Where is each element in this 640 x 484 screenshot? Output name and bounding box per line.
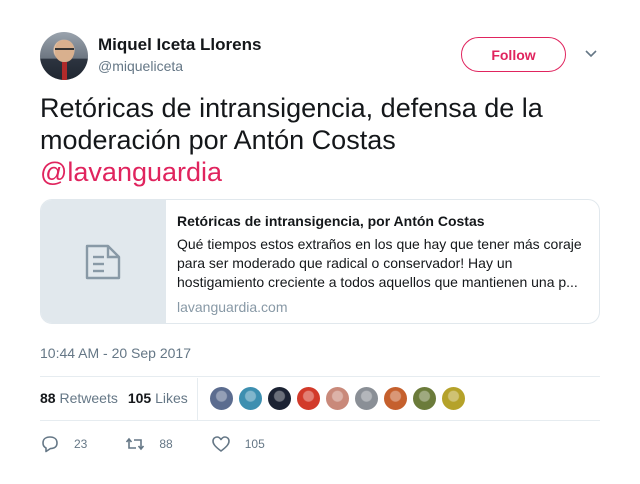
liker-avatar-4[interactable]: [296, 386, 321, 411]
liker-avatar-2[interactable]: [238, 386, 263, 411]
like-action[interactable]: 105: [211, 434, 265, 454]
avatar[interactable]: [40, 32, 88, 80]
likes-count: 105: [127, 390, 152, 406]
user-display-name[interactable]: Miquel Iceta Llorens: [98, 35, 261, 55]
chevron-down-icon[interactable]: [585, 50, 597, 58]
reply-icon[interactable]: [40, 434, 60, 454]
card-domain: lavanguardia.com: [177, 299, 288, 315]
retweet-count: 88: [159, 437, 173, 451]
tweet-stats: 88 Retweets 105 Likes: [40, 390, 188, 406]
tweet-text: Retóricas de intransigencia, defensa de …: [40, 92, 600, 188]
follow-button[interactable]: Follow: [461, 37, 566, 72]
reply-action[interactable]: 23: [40, 434, 87, 454]
liker-avatar-6[interactable]: [354, 386, 379, 411]
liker-avatar-3[interactable]: [267, 386, 292, 411]
likes-label: Likes: [155, 390, 188, 406]
divider: [40, 420, 600, 421]
divider: [40, 376, 600, 377]
liker-avatar-9[interactable]: [441, 386, 466, 411]
tweet-actions: 23 88 105: [40, 434, 303, 454]
stats-divider: [197, 378, 198, 420]
card-description: Qué tiempos estos extraños en los que ha…: [177, 236, 582, 290]
likes-stat[interactable]: 105 Likes: [128, 390, 188, 406]
liker-avatar-5[interactable]: [325, 386, 350, 411]
liker-avatar-1[interactable]: [209, 386, 234, 411]
avatar-tie: [62, 62, 67, 80]
retweet-action[interactable]: 88: [125, 434, 173, 454]
card-title[interactable]: Retóricas de intransigencia, por Antón C…: [177, 213, 588, 229]
retweets-label: Retweets: [59, 390, 118, 406]
retweets-count: 88: [40, 390, 56, 406]
card-thumbnail: [41, 200, 166, 323]
avatar-glasses: [55, 48, 74, 52]
document-icon: [85, 244, 121, 279]
reply-count: 23: [74, 437, 88, 451]
tweet-body: Retóricas de intransigencia, defensa de …: [40, 93, 543, 155]
mention-link[interactable]: @lavanguardia: [40, 156, 600, 188]
tweet-timestamp[interactable]: 10:44 AM - 20 Sep 2017: [40, 345, 191, 361]
liker-avatar-8[interactable]: [412, 386, 437, 411]
heart-icon[interactable]: [211, 434, 231, 454]
retweets-stat[interactable]: 88 Retweets: [40, 390, 118, 406]
user-handle[interactable]: @miqueliceta: [98, 58, 183, 74]
retweet-icon[interactable]: [125, 434, 145, 454]
link-card[interactable]: Retóricas de intransigencia, por Antón C…: [40, 199, 600, 324]
liker-avatars: [209, 386, 466, 411]
liker-avatar-7[interactable]: [383, 386, 408, 411]
like-count: 105: [244, 437, 265, 451]
